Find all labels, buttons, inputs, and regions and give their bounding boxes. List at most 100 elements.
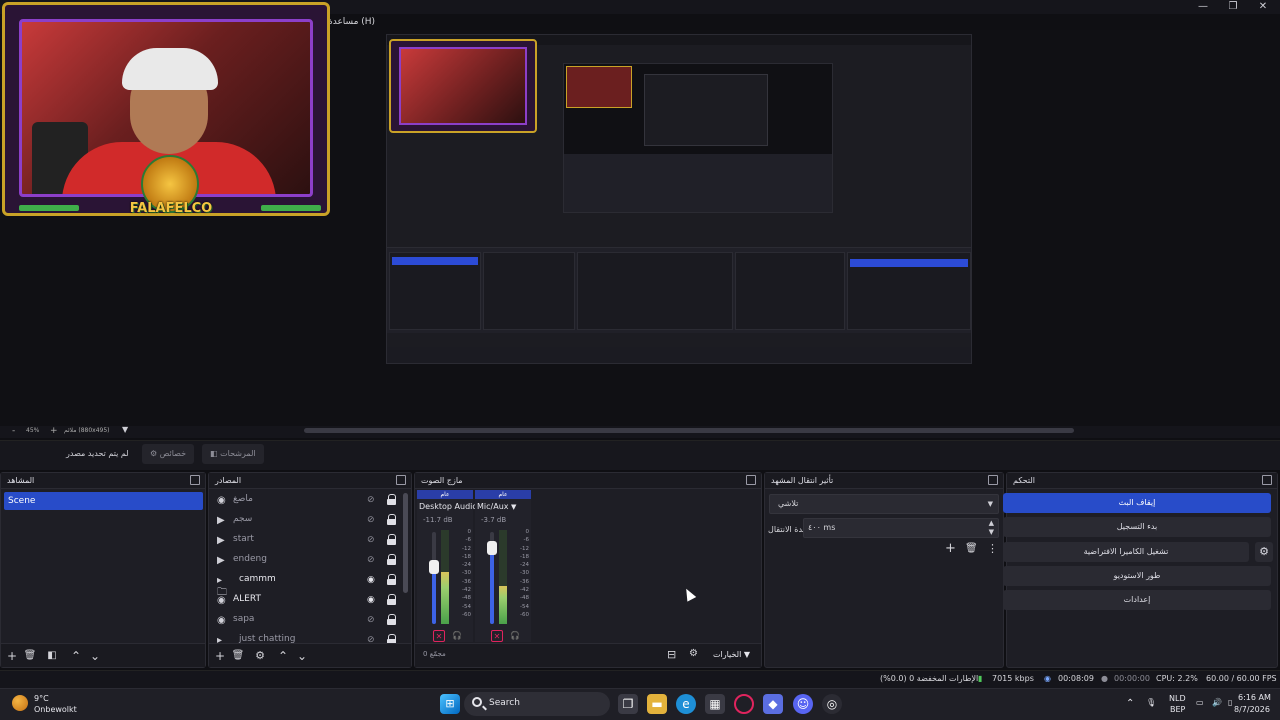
move-down-icon[interactable]: ⌄	[87, 647, 103, 665]
layout-icon[interactable]: ⊟	[667, 648, 676, 661]
edge-browser-icon[interactable]: e	[676, 694, 696, 714]
spin-down-icon[interactable]: ▼	[989, 528, 994, 536]
move-up-icon[interactable]: ⌃	[68, 647, 84, 665]
battery-icon[interactable]: ▯	[1228, 698, 1232, 707]
zoom-out-button[interactable]: -	[12, 426, 15, 436]
file-explorer-icon[interactable]: ▬	[647, 694, 667, 714]
delete-source-icon[interactable]: 🗑	[230, 647, 246, 665]
virtual-camera-settings-gear-icon[interactable]: ⚙	[1255, 542, 1273, 562]
popout-icon[interactable]	[746, 475, 756, 485]
clock-date[interactable]: 8/7/2026	[1234, 705, 1270, 714]
close-button[interactable]: ✕	[1246, 0, 1280, 14]
stop-streaming-button[interactable]: إيقاف البث	[1003, 493, 1271, 513]
spin-up-icon[interactable]: ▲	[989, 519, 994, 527]
discord-icon[interactable]: ☺	[793, 694, 813, 714]
source-item[interactable]: ◉ ماصغ ⊘	[215, 491, 405, 511]
menu-help[interactable]: مساعدة (H)	[328, 17, 375, 27]
source-item[interactable]: ▶ سجم ⊘	[215, 511, 405, 531]
eye-icon[interactable]: ◉	[367, 575, 375, 585]
network-icon[interactable]: ▭	[1196, 698, 1204, 707]
add-transition-icon[interactable]: +	[945, 541, 956, 556]
eye-hidden-icon[interactable]: ⊘	[367, 495, 375, 505]
headphones-icon[interactable]: 🎧	[451, 630, 463, 642]
folder-group-icon[interactable]: ▸ 🗀	[217, 575, 229, 598]
scene-filters-icon[interactable]: ◧	[44, 647, 60, 665]
source-item[interactable]: ◉ sapa ⊘	[215, 611, 405, 631]
popout-icon[interactable]	[396, 475, 406, 485]
source-item[interactable]: ▸ 🗀 cammm ◉	[215, 571, 405, 598]
language-code[interactable]: NLD	[1169, 694, 1186, 703]
preview-scrollbar[interactable]	[304, 428, 1074, 433]
lock-icon[interactable]	[387, 574, 396, 585]
bitrate: 7015 kbps	[992, 674, 1034, 683]
source-item[interactable]: ▶ endeng ⊘	[215, 551, 405, 571]
weather-moon-icon[interactable]	[12, 695, 28, 711]
source-settings-gear-icon[interactable]: ⚙	[252, 647, 268, 665]
eye-hidden-icon[interactable]: ⊘	[367, 535, 375, 545]
lock-icon[interactable]	[387, 614, 396, 625]
more-options-icon[interactable]: ⋮	[987, 542, 998, 555]
volume-slider-handle[interactable]	[429, 559, 439, 574]
scene-list-item[interactable]: Scene	[4, 492, 203, 510]
properties-button[interactable]: ⚙ خصائص	[142, 444, 195, 464]
delete-scene-icon[interactable]: 🗑	[22, 647, 38, 665]
popout-icon[interactable]	[988, 475, 998, 485]
channel-name-dropdown[interactable]: Mic/Aux ▼	[477, 502, 516, 511]
windows-start-icon[interactable]: ⊞	[440, 694, 460, 714]
add-scene-icon[interactable]: +	[4, 647, 20, 665]
start-virtual-camera-button[interactable]: تشغيل الكاميرا الافتراضية	[1003, 542, 1249, 562]
microphone-icon[interactable]: 🎙	[1146, 698, 1156, 707]
keyboard-layout[interactable]: BEP	[1170, 705, 1185, 714]
mute-speaker-icon[interactable]: ✕	[491, 630, 503, 642]
studio-mode-button[interactable]: طور الاستوديو	[1003, 566, 1271, 586]
source-label: endeng	[233, 554, 267, 564]
popout-icon[interactable]	[1262, 475, 1272, 485]
move-up-icon[interactable]: ⌃	[275, 647, 291, 665]
duration-spinbox[interactable]: ٤٠٠ ms ▲ ▼	[803, 518, 999, 538]
add-source-icon[interactable]: +	[212, 647, 228, 665]
minimize-button[interactable]: —	[1186, 0, 1220, 14]
store-icon[interactable]: ▦	[705, 694, 725, 714]
move-down-icon[interactable]: ⌄	[294, 647, 310, 665]
task-view-icon[interactable]: ❐	[618, 694, 638, 714]
weather-temperature[interactable]: 9°C	[34, 694, 49, 703]
start-recording-button[interactable]: بدء التسجيل	[1003, 517, 1271, 537]
volume-icon[interactable]: 🔊	[1212, 698, 1222, 707]
settings-button[interactable]: إعدادات	[1003, 590, 1271, 610]
lock-icon[interactable]	[387, 514, 396, 525]
eye-hidden-icon[interactable]: ⊘	[367, 615, 375, 625]
lock-icon[interactable]	[387, 534, 396, 545]
app-icon[interactable]: ◆	[763, 694, 783, 714]
volume-slider-handle[interactable]	[487, 540, 497, 555]
advanced-audio-gear-icon[interactable]: ⚙	[689, 648, 698, 659]
zoom-dropdown-icon[interactable]: ▼	[122, 425, 128, 434]
eye-hidden-icon[interactable]: ⊘	[367, 555, 375, 565]
transition-select[interactable]: تلاشي ▼	[769, 494, 999, 514]
lock-icon[interactable]	[387, 494, 396, 505]
lock-icon[interactable]	[387, 554, 396, 565]
maximize-button[interactable]: ❐	[1216, 0, 1250, 14]
source-item[interactable]: ◉ ALERT ◉	[215, 591, 405, 611]
opera-icon[interactable]	[734, 694, 754, 714]
obs-icon[interactable]: ◎	[822, 694, 842, 714]
canvas-size-label: ملائم (880x495)	[64, 427, 110, 434]
headphones-icon[interactable]: 🎧	[509, 630, 521, 642]
filters-button[interactable]: ◧ المرشحات	[202, 444, 264, 464]
weather-description[interactable]: Onbewolkt	[34, 705, 77, 714]
clock-time[interactable]: 6:16 AM	[1238, 693, 1271, 702]
lock-icon[interactable]	[387, 594, 396, 605]
delete-transition-icon[interactable]: 🗑	[965, 543, 978, 554]
mute-speaker-icon[interactable]: ✕	[433, 630, 445, 642]
eye-hidden-icon[interactable]: ⊘	[367, 515, 375, 525]
mixer-options-button[interactable]: الخيارات ▼	[713, 650, 750, 659]
source-item[interactable]: ▶ start ⊘	[215, 531, 405, 551]
taskbar-search[interactable]: Search	[464, 692, 610, 716]
eye-icon[interactable]: ◉	[367, 595, 375, 605]
sources-scrollbar[interactable]	[403, 493, 408, 593]
properties-label: خصائص	[159, 449, 187, 458]
transitions-dock-header: تأثير انتقال المشهد	[765, 473, 1003, 489]
zoom-in-button[interactable]: +	[50, 426, 58, 436]
popout-icon[interactable]	[190, 475, 200, 485]
person-cap	[122, 48, 218, 90]
tray-chevron-up-icon[interactable]: ⌃	[1126, 698, 1134, 709]
